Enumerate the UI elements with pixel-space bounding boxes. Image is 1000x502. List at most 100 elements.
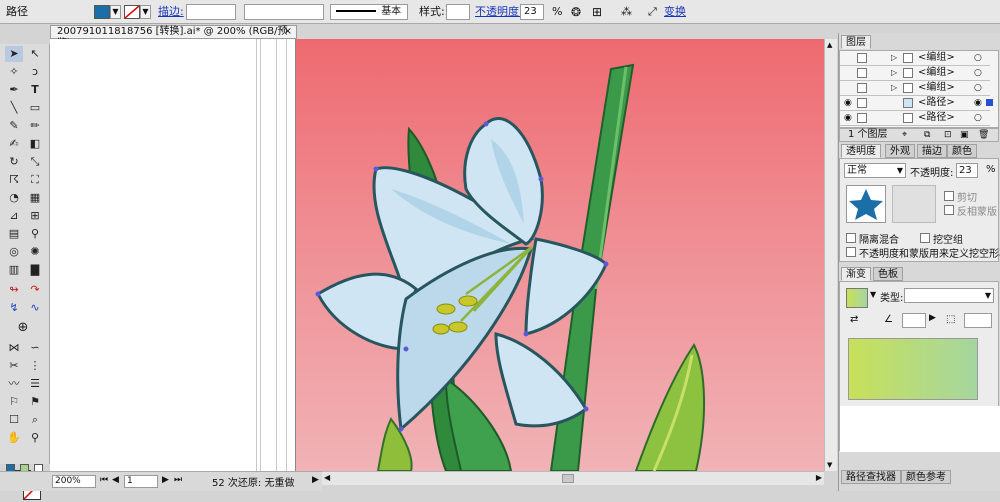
convert-anchor-tool-icon[interactable]: ↯ [5,300,23,316]
reverse-gradient-icon[interactable]: ⇄ [850,314,858,325]
status-arrow-icon[interactable]: ▶ [312,475,319,485]
eyedropper-tool-icon[interactable]: ⚲ [26,226,44,242]
gradient-swatch[interactable] [846,288,868,308]
rotate-tool-icon[interactable]: ↻ [5,154,23,170]
expand-icon[interactable]: ▷ [891,66,897,80]
eraser-tool-icon[interactable]: ◧ [26,136,44,152]
puppet-warp-tool-icon[interactable]: ⚐ [5,394,23,410]
print-tiling-tool-icon[interactable]: ☐ [5,412,23,428]
fill-dropdown[interactable]: ▼ [110,5,121,19]
stroke-dropdown[interactable]: ▼ [140,5,151,19]
live-paint-tool-icon[interactable]: ▦ [26,190,44,206]
angle-dropdown-icon[interactable]: ▶ [929,313,936,323]
tab-swatches[interactable]: 色板 [873,267,903,281]
artboard[interactable] [295,39,837,471]
lock-toggle[interactable] [857,53,867,63]
lasso-tool-icon[interactable]: ↄ [26,64,44,80]
invert-mask-checkbox[interactable] [944,205,954,215]
next-page-icon[interactable]: ▶ [162,475,169,485]
opacity-link[interactable]: 不透明度: [475,0,523,24]
eye-icon[interactable]: ◉ [844,98,854,108]
recolor-icon[interactable]: ❂ [571,0,581,24]
width-tool-icon[interactable]: ↬ [5,282,23,298]
perspective-grid-tool-icon[interactable]: ⊿ [5,208,23,224]
transform-link[interactable]: 变换 [664,0,686,24]
hand-tool-icon[interactable]: ✋ [5,430,23,446]
curvature-tool-icon[interactable]: ↷ [26,282,44,298]
select-similar-icon[interactable]: ⁂ [621,0,632,24]
bar-graph-tool-icon[interactable]: ▇ [26,262,44,278]
stroke-profile-field[interactable]: 基本 [330,4,408,20]
column-graph-tool-icon[interactable]: ▥ [5,262,23,278]
measure-tool-icon[interactable]: ⌕ [26,412,44,428]
pen-tool-icon[interactable]: ✒ [5,82,23,98]
angle-field[interactable] [902,313,926,328]
align-tool-icon[interactable]: ⋮ [26,358,44,374]
tab-gradient[interactable]: 渐变 [841,267,871,281]
isolate-checkbox[interactable] [846,233,856,243]
close-tab-icon[interactable]: × [284,26,292,38]
lock-toggle[interactable] [857,113,867,123]
expand-icon[interactable]: ▷ [891,81,897,95]
zoom-tool-icon[interactable]: ⚲ [26,430,44,446]
knockout-checkbox[interactable] [920,233,930,243]
layer-row[interactable]: ▷ <编组> ○ [840,81,990,96]
vertical-scrollbar[interactable]: ▲ ▼ [824,39,837,471]
gradient-dropdown-icon[interactable]: ▼ [870,290,876,299]
tab-transparency[interactable]: 透明度 [841,144,881,158]
line-tool-icon[interactable]: ╲ [5,100,23,116]
layer-row[interactable]: ▷ <编组> ○ [840,51,990,66]
target-icon[interactable]: ○ [974,66,982,80]
list-tool-icon[interactable]: ☰ [26,376,44,392]
first-page-icon[interactable]: ⏮ [100,475,108,485]
scroll-up-icon[interactable]: ▲ [827,41,832,49]
tab-appearance[interactable]: 外观 [885,144,915,158]
stroke-swatch[interactable] [124,5,140,19]
tab-layers[interactable]: 图层 [841,35,871,49]
smooth-tool-icon[interactable]: ∿ [26,300,44,316]
blob-brush-tool-icon[interactable]: ✍ [5,136,23,152]
gradient-preview[interactable] [848,338,978,400]
clipping-mask-icon[interactable]: ⧉ [924,129,930,141]
new-sublayer-icon[interactable]: ⊡ [944,129,952,141]
target-icon[interactable]: ○ [974,111,982,125]
target-icon[interactable]: ○ [974,51,982,65]
direct-selection-tool-icon[interactable]: ↖ [26,46,44,62]
blend-mode-select[interactable]: 正常 ▼ [844,163,906,178]
isolate-icon[interactable]: ⤢ [648,0,657,24]
scissors-tool-icon[interactable]: ∽ [26,340,44,356]
horizontal-scrollbar[interactable]: ◀ ▶ [322,471,824,485]
scroll-left-icon[interactable]: ◀ [324,473,330,482]
paintbrush-tool-icon[interactable]: ✎ [5,118,23,134]
gradient-tool-icon[interactable]: ▤ [5,226,23,242]
prev-page-icon[interactable]: ◀ [112,475,119,485]
tab-pathfinder[interactable]: 路径查找器 [841,470,901,484]
pencil-tool-icon[interactable]: ✏ [26,118,44,134]
lock-toggle[interactable] [857,98,867,108]
last-page-icon[interactable]: ⏭ [174,475,182,485]
expand-icon[interactable]: ▷ [891,51,897,65]
type-tool-icon[interactable]: T [26,82,44,98]
zigzag-tool-icon[interactable]: 〰 [5,376,23,392]
delete-layer-icon[interactable]: 🗑 [978,129,989,141]
layer-row[interactable]: ◉ <路径> ◉ [840,96,993,111]
layer-row[interactable]: ◉ <路径> ○ [840,111,990,126]
slice-tool-icon[interactable]: ⋈ [5,340,23,356]
tab-stroke[interactable]: 描边 [917,144,947,158]
layer-row[interactable]: ▷ <编组> ○ [840,66,990,81]
knife-tool-icon[interactable]: ✂ [5,358,23,374]
opacity-mask-checkbox[interactable] [846,247,856,257]
scroll-right-icon[interactable]: ▶ [816,473,822,482]
stroke-weight-field[interactable] [186,4,236,20]
aspect-field[interactable] [964,313,992,328]
eye-icon[interactable]: ◉ [844,113,854,123]
style-dropdown[interactable] [446,4,470,20]
tab-color-guide[interactable]: 颜色参考 [901,470,951,484]
symbol-sprayer-tool-icon[interactable]: ✺ [26,244,44,260]
gradient-type-select[interactable]: ▼ [904,288,994,303]
document-tab[interactable]: 20079101181875​6 [转换].ai* @ 200% (RGB/预览… [50,25,297,49]
selection-tool-icon[interactable]: ➤ [5,46,23,62]
opacity-field[interactable]: 23 [520,4,544,20]
shape-builder-tool-icon[interactable]: ◔ [5,190,23,206]
zoom-field[interactable]: 200% [52,475,96,488]
